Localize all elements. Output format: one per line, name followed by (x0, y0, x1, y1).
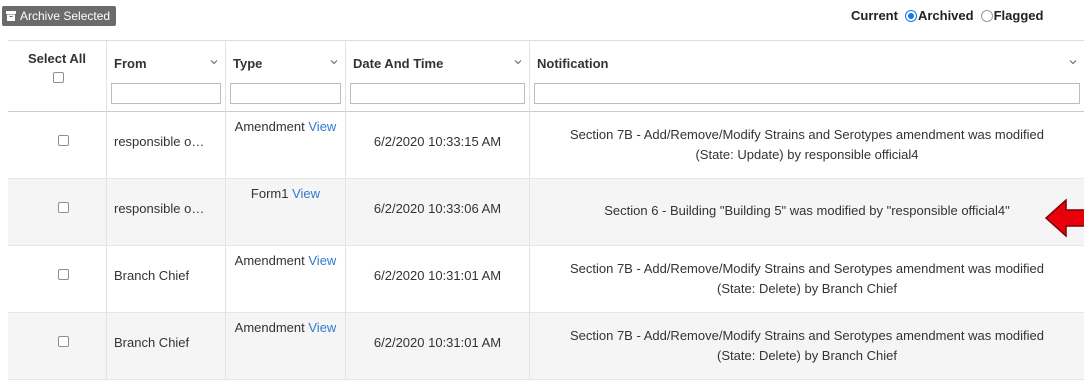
grid-header: Select All From Type Date And Time Notif… (8, 40, 1084, 112)
type-cell: Form1 View (226, 179, 346, 245)
from-cell: responsible o… (107, 179, 226, 245)
row-checkbox[interactable] (58, 269, 69, 280)
notification-text: Section 6 - Building "Building 5" was mo… (604, 203, 1010, 218)
datetime-cell: 6/2/2020 10:33:06 AM (346, 179, 530, 245)
from-value: responsible o… (114, 134, 205, 149)
datetime-value: 6/2/2020 10:31:01 AM (373, 268, 502, 283)
view-link[interactable]: View (308, 253, 336, 268)
chevron-down-icon[interactable] (330, 58, 338, 66)
type-cell: Amendment View (226, 112, 346, 178)
from-value: responsible o… (114, 201, 205, 216)
column-datetime-title: Date And Time (353, 56, 444, 71)
row-checkbox[interactable] (58, 336, 69, 347)
from-filter-input[interactable] (111, 83, 221, 104)
notification-filter-input[interactable] (534, 83, 1080, 104)
archive-selected-label: Archive Selected (20, 9, 111, 23)
archive-icon (6, 11, 16, 21)
row-checkbox[interactable] (58, 202, 69, 213)
column-type-title: Type (233, 56, 263, 71)
view-link[interactable]: View (308, 320, 336, 335)
row-select-cell (8, 112, 107, 178)
view-link[interactable]: View (292, 186, 320, 201)
column-from[interactable]: From (107, 41, 226, 112)
table-row[interactable]: Branch Chief Amendment View 6/2/2020 10:… (8, 246, 1084, 313)
from-value: Branch Chief (114, 268, 190, 283)
type-value: Amendment (234, 320, 305, 335)
notification-cell: Section 6 - Building "Building 5" was mo… (530, 179, 1084, 245)
datetime-cell: 6/2/2020 10:31:01 AM (346, 313, 530, 379)
red-arrow-icon (1044, 198, 1084, 238)
chevron-down-icon[interactable] (1069, 58, 1077, 66)
column-notification[interactable]: Notification (530, 41, 1084, 112)
chevron-down-icon[interactable] (514, 58, 522, 66)
type-cell: Amendment View (226, 313, 346, 379)
type-cell: Amendment View (226, 246, 346, 312)
row-select-cell (8, 313, 107, 379)
select-all-checkbox[interactable] (53, 72, 64, 83)
from-cell: Branch Chief (107, 246, 226, 312)
filter-archived-label: Archived (917, 8, 974, 23)
row-select-cell (8, 246, 107, 312)
from-value: Branch Chief (114, 335, 190, 350)
datetime-filter-input[interactable] (350, 83, 525, 104)
notification-text: Section 7B - Add/Remove/Modify Strains a… (569, 328, 1045, 363)
chevron-down-icon[interactable] (210, 58, 218, 66)
row-checkbox[interactable] (58, 135, 69, 146)
type-value: Amendment (234, 119, 305, 134)
notification-cell: Section 7B - Add/Remove/Modify Strains a… (530, 313, 1084, 379)
type-value: Form1 (250, 186, 289, 201)
filter-flagged-label: Flagged (993, 8, 1044, 23)
notification-text: Section 7B - Add/Remove/Modify Strains a… (569, 127, 1045, 162)
datetime-cell: 6/2/2020 10:33:15 AM (346, 112, 530, 178)
column-datetime[interactable]: Date And Time (346, 41, 530, 112)
column-select-all: Select All (8, 41, 107, 112)
from-cell: Branch Chief (107, 313, 226, 379)
row-select-cell (8, 179, 107, 245)
datetime-value: 6/2/2020 10:33:06 AM (373, 201, 502, 216)
filter-flagged-radio[interactable] (980, 9, 993, 22)
view-link[interactable]: View (308, 119, 336, 134)
type-filter-input[interactable] (230, 83, 341, 104)
table-row[interactable]: Branch Chief Amendment View 6/2/2020 10:… (8, 313, 1084, 380)
column-notification-title: Notification (537, 56, 609, 71)
table-row[interactable]: responsible o… Form1 View 6/2/2020 10:33… (8, 179, 1084, 246)
from-cell: responsible o… (107, 112, 226, 178)
archive-selected-button[interactable]: Archive Selected (2, 6, 117, 26)
notification-filter: Current Archived Flagged (850, 8, 1084, 23)
datetime-cell: 6/2/2020 10:31:01 AM (346, 246, 530, 312)
notification-cell: Section 7B - Add/Remove/Modify Strains a… (530, 112, 1084, 178)
datetime-value: 6/2/2020 10:33:15 AM (373, 134, 502, 149)
datetime-value: 6/2/2020 10:31:01 AM (373, 335, 502, 350)
filter-archived-radio[interactable] (904, 9, 917, 22)
column-type[interactable]: Type (226, 41, 346, 112)
filter-current-label: Current (851, 8, 898, 23)
notification-text: Section 7B - Add/Remove/Modify Strains a… (569, 261, 1045, 296)
select-all-label: Select All (27, 51, 87, 66)
table-row[interactable]: responsible o… Amendment View 6/2/2020 1… (8, 112, 1084, 179)
column-from-title: From (114, 56, 147, 71)
notification-cell: Section 7B - Add/Remove/Modify Strains a… (530, 246, 1084, 312)
type-value: Amendment (234, 253, 305, 268)
